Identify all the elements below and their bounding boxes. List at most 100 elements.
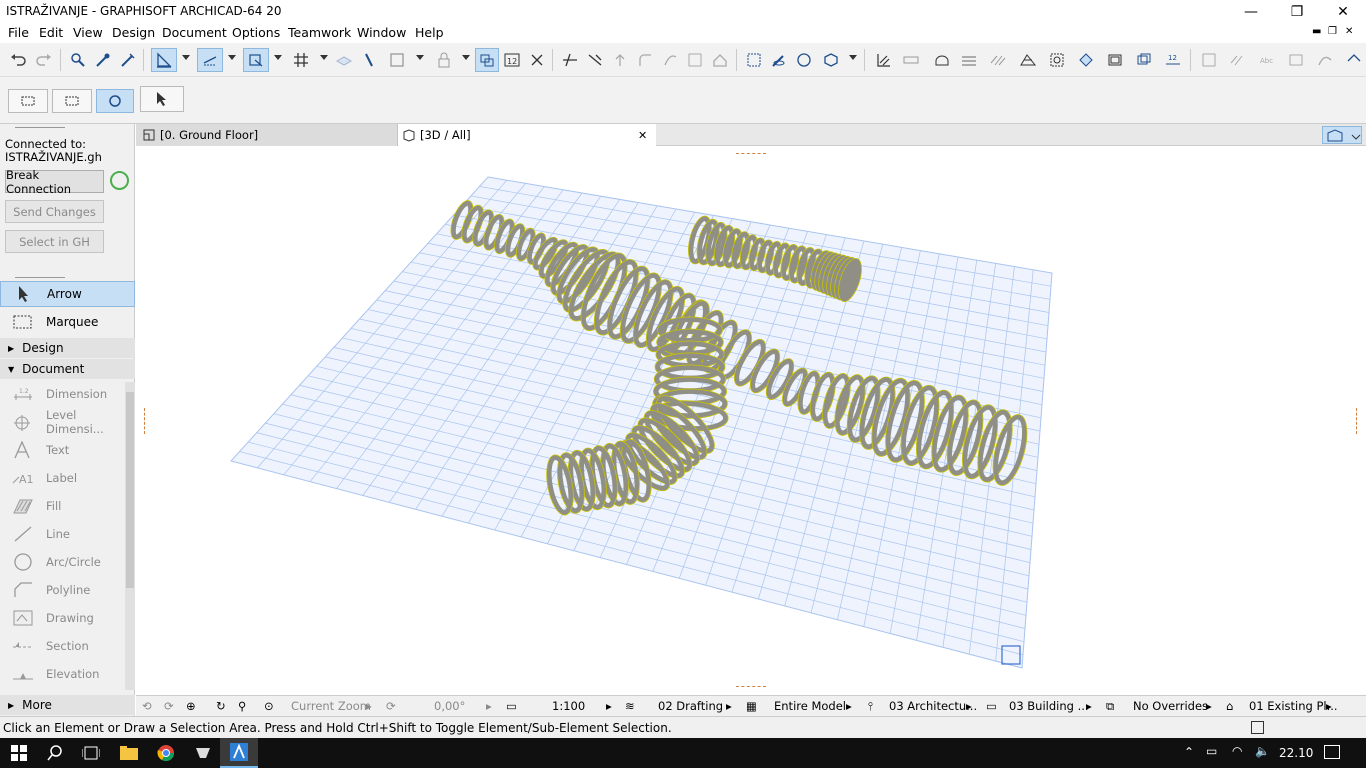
object-icon[interactable] <box>1045 48 1069 72</box>
window-frame-icon[interactable] <box>385 48 409 72</box>
3d-viewport[interactable] <box>136 146 1366 695</box>
menu-document[interactable]: Document <box>162 25 227 40</box>
minimize-button[interactable]: — <box>1228 0 1274 23</box>
grasshopper-icon[interactable] <box>184 738 222 768</box>
model-view-selector[interactable]: Entire Model <box>774 699 846 713</box>
trace-icon[interactable] <box>475 48 499 72</box>
menu-help[interactable]: Help <box>415 25 444 40</box>
restore-button[interactable]: ❐ <box>1274 0 1320 23</box>
chrome-icon[interactable] <box>147 738 185 768</box>
explode-icon[interactable] <box>683 48 707 72</box>
clock-time[interactable]: 22.10 <box>1279 746 1313 760</box>
toolbox-scrollbar[interactable] <box>125 382 135 690</box>
zoom-redo-icon[interactable]: ⟳ <box>164 699 174 713</box>
grid-snap-icon[interactable] <box>289 48 313 72</box>
start-windows-icon[interactable] <box>0 738 38 768</box>
tool-fill[interactable]: Fill <box>0 493 135 519</box>
battery-icon[interactable]: ▭ <box>1206 744 1217 758</box>
mdi-restore-button[interactable]: ❐ <box>1328 26 1337 37</box>
eyedropper-icon[interactable] <box>91 48 115 72</box>
tool-drawing[interactable]: Drawing <box>0 605 135 631</box>
dimension-toggle-icon[interactable]: 12 <box>500 48 524 72</box>
snap-guides-icon[interactable] <box>197 48 223 72</box>
menu-design[interactable]: Design <box>112 25 155 40</box>
top-handle[interactable] <box>736 153 766 154</box>
tool-dimension[interactable]: 1.2 Dimension <box>0 381 135 407</box>
section-more[interactable]: ▶ More <box>0 695 135 715</box>
section-hatch-icon[interactable] <box>872 48 896 72</box>
angle-dropdown-icon[interactable]: ▸ <box>486 699 492 713</box>
layers-icon[interactable] <box>1132 48 1156 72</box>
redo-icon[interactable] <box>32 48 56 72</box>
find-select-icon[interactable] <box>66 48 90 72</box>
zoom-selector[interactable]: Current Zoom <box>291 699 371 713</box>
layer-selector-icon[interactable] <box>8 89 48 113</box>
select-in-gh-button[interactable]: Select in GH <box>5 230 104 253</box>
tool-section[interactable]: Section <box>0 633 135 659</box>
tool-elevation[interactable]: Elevation <box>0 661 135 687</box>
label-icon[interactable] <box>1284 48 1308 72</box>
walk-icon[interactable]: ⚲ <box>238 699 246 713</box>
tool-arrow[interactable]: Arrow <box>0 281 135 307</box>
menu-options[interactable]: Options <box>232 25 280 40</box>
scale-dropdown-icon[interactable]: ▸ <box>606 699 612 713</box>
guide-lines-icon[interactable] <box>151 48 177 72</box>
split-icon[interactable] <box>558 48 582 72</box>
pen-set-selector[interactable]: 03 Architectu... <box>889 699 977 713</box>
refresh-icon[interactable] <box>110 171 129 190</box>
section-design[interactable]: ▶ Design <box>0 338 135 358</box>
tray-chevron-icon[interactable]: ⌃ <box>1184 745 1194 759</box>
orbit-icon[interactable] <box>96 89 134 113</box>
task-view-icon[interactable] <box>72 738 110 768</box>
section-document[interactable]: ▼ Document <box>0 359 135 379</box>
search-icon[interactable] <box>36 738 74 768</box>
close-button[interactable]: ✕ <box>1320 0 1366 23</box>
tab-close-button[interactable]: ✕ <box>638 129 647 142</box>
wifi-icon[interactable]: ◠ <box>1232 744 1242 758</box>
menu-teamwork[interactable]: Teamwork <box>288 25 351 40</box>
layer-dropdown-icon[interactable]: ▸ <box>726 699 732 713</box>
text-abc-icon[interactable]: Abc <box>1255 48 1279 72</box>
tab-ground-floor[interactable]: [0. Ground Floor] <box>136 124 398 146</box>
tool-polyline[interactable]: Polyline <box>0 577 135 603</box>
group-icon[interactable] <box>742 48 766 72</box>
drawing-icon[interactable] <box>1197 48 1221 72</box>
pen-icon[interactable] <box>767 48 791 72</box>
menu-window[interactable]: Window <box>357 25 406 40</box>
navigator-preview-icon[interactable] <box>1322 126 1362 144</box>
right-handle[interactable] <box>1356 408 1357 434</box>
overrides-selector[interactable]: No Overrides <box>1133 699 1208 713</box>
curve-tool-icon[interactable] <box>1313 48 1337 72</box>
fill-pattern-icon[interactable] <box>986 48 1010 72</box>
curve-icon[interactable] <box>658 48 682 72</box>
tool-label-row[interactable]: A1 Label <box>0 465 135 491</box>
send-changes-button[interactable]: Send Changes <box>5 200 104 223</box>
3d-cube-icon[interactable] <box>819 48 843 72</box>
cross-icon[interactable] <box>525 48 549 72</box>
tool-line[interactable]: Line <box>0 521 135 547</box>
tab-3d-all[interactable]: [3D / All] ✕ <box>398 124 656 146</box>
zoom-dropdown-icon[interactable]: ▸ <box>366 699 372 713</box>
bottom-handle[interactable] <box>736 686 766 687</box>
window-switch-icon[interactable] <box>1251 721 1264 734</box>
tool-text[interactable]: Text <box>0 437 135 463</box>
renovation-selector[interactable]: 01 Existing Pl... <box>1249 699 1338 713</box>
menu-file[interactable]: File <box>8 25 29 40</box>
zone-icon[interactable] <box>1103 48 1127 72</box>
renovation-dropdown-icon[interactable]: ▸ <box>1326 699 1332 713</box>
wall-icon[interactable] <box>899 48 923 72</box>
zoom-in-icon[interactable]: ⊕ <box>186 699 196 713</box>
notifications-icon[interactable] <box>1324 745 1340 759</box>
pencil-icon[interactable] <box>357 48 381 72</box>
mesh-icon[interactable] <box>1016 48 1040 72</box>
marquee-mode-icon[interactable] <box>52 89 92 113</box>
arch-icon[interactable] <box>930 48 954 72</box>
break-connection-button[interactable]: Break Connection <box>5 168 104 196</box>
tool-marquee[interactable]: Marquee <box>0 309 135 335</box>
tool-arc-circle[interactable]: Arc/Circle <box>0 549 135 575</box>
adjust-icon[interactable] <box>583 48 607 72</box>
syringe-icon[interactable] <box>116 48 140 72</box>
pen-set-dropdown-icon[interactable]: ▸ <box>966 699 972 713</box>
zoom-undo-icon[interactable]: ⟲ <box>142 699 152 713</box>
model-view-dropdown-icon[interactable]: ▸ <box>846 699 852 713</box>
